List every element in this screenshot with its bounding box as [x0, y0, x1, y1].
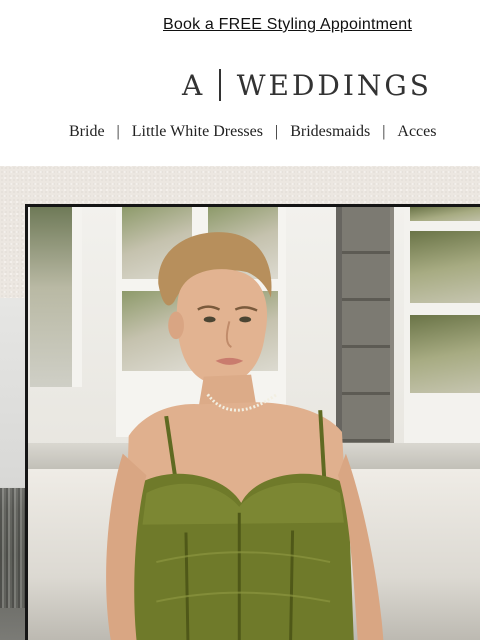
nav-item-accessories[interactable]: Acces — [397, 123, 436, 141]
nav-separator: | — [274, 123, 279, 140]
styling-appointment-link[interactable]: Book a FREE Styling Appointment — [163, 16, 412, 34]
main-nav: Bride | Little White Dresses | Bridesmai… — [69, 121, 436, 143]
nav-separator: | — [116, 123, 120, 140]
promo-bar: Book a FREE Styling Appointment — [0, 0, 480, 52]
logo-divider — [219, 69, 221, 101]
nav-item-bridesmaids[interactable]: Bridesmaids — [290, 123, 370, 141]
nav-separator: | — [382, 123, 386, 140]
logo-wordmark: WEDDINGS — [236, 68, 432, 102]
model-figure — [106, 232, 384, 640]
brand-logo[interactable]: A WEDDINGS — [182, 68, 432, 102]
nav-item-bride[interactable]: Bride — [69, 123, 105, 141]
logo-letter: A — [182, 68, 206, 102]
hero-photo[interactable] — [25, 204, 480, 640]
hero-section — [0, 166, 480, 640]
nav-item-little-white-dresses[interactable]: Little White Dresses — [132, 123, 263, 141]
